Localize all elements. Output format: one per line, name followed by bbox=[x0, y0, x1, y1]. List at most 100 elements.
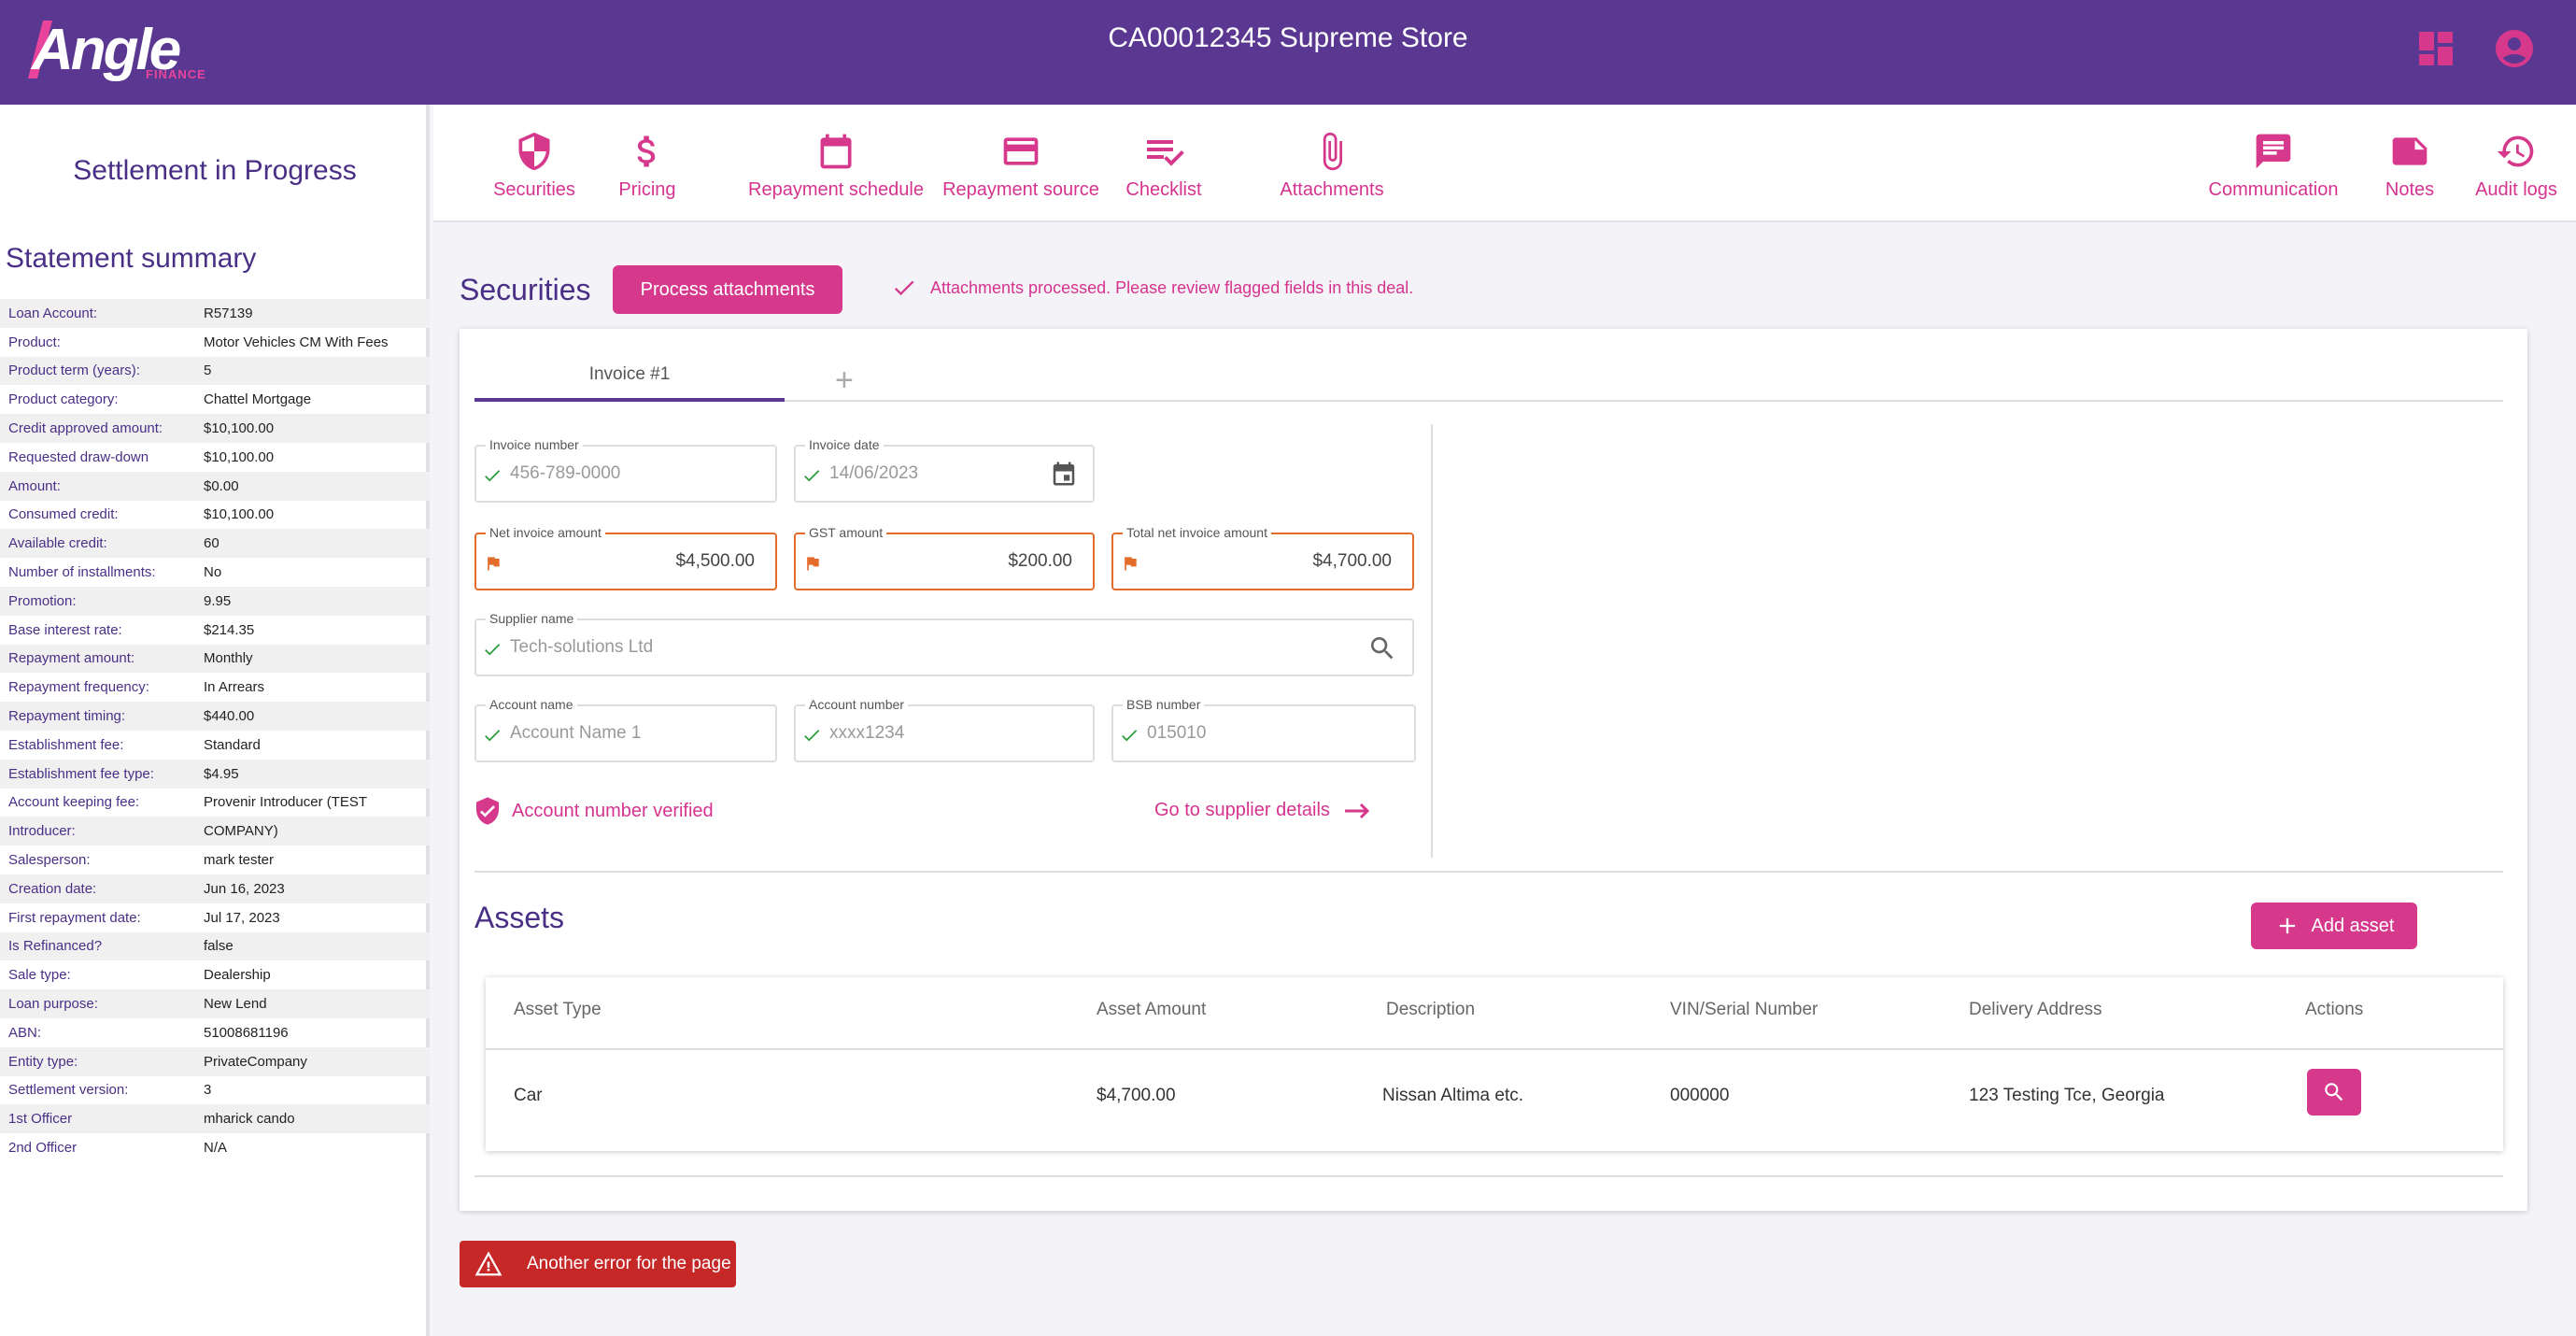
account-circle-icon[interactable] bbox=[2492, 26, 2537, 71]
search-icon[interactable] bbox=[1367, 633, 1397, 663]
field-value: 015010 bbox=[1147, 723, 1207, 743]
nav-audit-logs[interactable]: Audit logs bbox=[2458, 129, 2574, 201]
column-header-asset-type: Asset Type bbox=[514, 1000, 602, 1019]
summary-row: Sale type: Dealership bbox=[8, 967, 271, 984]
asset-type-cell: Car bbox=[514, 1086, 543, 1105]
go-to-supplier-details-link[interactable]: Go to supplier details bbox=[1154, 800, 1371, 821]
nav-notes[interactable]: Notes bbox=[2363, 129, 2456, 201]
column-header-description: Description bbox=[1386, 1000, 1476, 1019]
add-asset-button[interactable]: Add asset bbox=[2251, 903, 2417, 949]
nav-communication[interactable]: Communication bbox=[2180, 129, 2367, 201]
nav-label: Notes bbox=[2385, 179, 2435, 200]
field-value: $200.00 bbox=[1008, 551, 1072, 571]
warning-icon bbox=[474, 1251, 502, 1276]
summary-row: Base interest rate: $214.35 bbox=[8, 621, 255, 638]
nav-label: Communication bbox=[2208, 179, 2339, 200]
settlement-status-title: Settlement in Progress bbox=[73, 155, 357, 186]
field-label: GST amount bbox=[805, 525, 887, 540]
check-icon bbox=[485, 470, 501, 482]
summary-row: Introducer: COMPANY) bbox=[0, 817, 430, 846]
nav-checklist[interactable]: Checklist bbox=[1089, 129, 1238, 201]
verified-shield-icon bbox=[476, 797, 499, 825]
nav-attachments[interactable]: Attachments bbox=[1240, 129, 1423, 201]
summary-row: ABN: 51008681196 bbox=[8, 1024, 289, 1041]
securities-card: Invoice #1 + Invoice number 456-789-0000… bbox=[460, 329, 2527, 1211]
invoice-date-field[interactable]: Invoice date 14/06/2023 bbox=[794, 437, 1095, 503]
nav-pricing[interactable]: Pricing bbox=[577, 129, 717, 201]
description-cell: Nissan Altima etc. bbox=[1382, 1086, 1523, 1105]
summary-row: Amount: $0.00 bbox=[0, 471, 430, 501]
field-label: Account name bbox=[486, 697, 577, 712]
account-number-field[interactable]: Account number xxxx1234 bbox=[794, 697, 1095, 762]
message-icon bbox=[2256, 134, 2291, 169]
summary-row: Account keeping fee: Provenir Introducer … bbox=[8, 794, 368, 811]
field-label: BSB number bbox=[1123, 697, 1205, 712]
summary-row: Loan purpose: New Lend bbox=[0, 989, 430, 1018]
tab-invoice-1[interactable]: Invoice #1 bbox=[474, 351, 785, 402]
field-label: Supplier name bbox=[486, 611, 578, 626]
section-divider bbox=[474, 871, 2503, 873]
checklist-icon bbox=[1147, 140, 1184, 166]
invoice-number-field[interactable]: Invoice number 456-789-0000 bbox=[474, 437, 777, 503]
bsb-number-field[interactable]: BSB number 015010 bbox=[1111, 697, 1416, 762]
supplier-name-field[interactable]: Supplier name Tech-solutions Ltd bbox=[474, 611, 1414, 676]
summary-row: Available credit: 60 bbox=[0, 529, 430, 559]
shield-icon bbox=[518, 132, 550, 171]
check-icon bbox=[1122, 730, 1138, 742]
nav-label: Securities bbox=[493, 179, 575, 200]
field-label: Net invoice amount bbox=[486, 525, 605, 540]
page-error-alert: Another error for the page bbox=[460, 1241, 736, 1287]
summary-row: Credit approved amount: $10,100.00 bbox=[0, 414, 430, 443]
calendar-picker-icon[interactable] bbox=[1050, 460, 1078, 488]
process-attachments-button[interactable]: Process attachments bbox=[613, 265, 842, 314]
view-asset-button[interactable] bbox=[2307, 1069, 2361, 1116]
field-value: $4,700.00 bbox=[1312, 551, 1392, 571]
summary-row: Consumed credit: $10,100.00 bbox=[8, 506, 275, 523]
assets-table: Asset Type Asset Amount Description VIN/… bbox=[486, 977, 2503, 1151]
summary-row: Repayment timing: $440.00 bbox=[0, 702, 430, 731]
add-invoice-tab-button[interactable]: + bbox=[835, 362, 854, 399]
search-icon bbox=[2325, 1083, 2343, 1101]
check-icon bbox=[804, 470, 820, 482]
check-icon bbox=[485, 730, 501, 742]
delivery-address-cell: 123 Testing Tce, Georgia bbox=[1969, 1086, 2165, 1105]
summary-row: Product term (years): 5 bbox=[0, 356, 430, 386]
field-label: Account number bbox=[805, 697, 908, 712]
securities-heading: Securities bbox=[460, 273, 591, 306]
column-header-asset-amount: Asset Amount bbox=[1097, 1000, 1207, 1019]
section-navbar: Securities Pricing Repayment schedule Re… bbox=[433, 105, 2576, 222]
statement-sidebar: Settlement in Progress Statement summary… bbox=[0, 105, 430, 1336]
summary-row: Loan Account: R57139 bbox=[0, 299, 430, 328]
logo-subtext: FINANCE bbox=[146, 67, 206, 81]
summary-row: Establishment fee type: $4.95 bbox=[0, 759, 430, 789]
statement-summary-list: Loan Account: R57139 Product: Motor Vehicl… bbox=[0, 299, 430, 1162]
note-icon bbox=[2392, 137, 2427, 165]
vin-cell: 000000 bbox=[1670, 1086, 1730, 1105]
vertical-divider bbox=[1431, 424, 1433, 858]
plus-icon bbox=[2279, 917, 2295, 934]
dashboard-grid-icon[interactable] bbox=[2413, 26, 2458, 71]
error-text: Another error for the page bbox=[527, 1254, 731, 1273]
history-icon bbox=[2497, 135, 2534, 167]
account-verified-status: Account number verified bbox=[473, 794, 714, 828]
summary-row: 1st Officer mharick cando bbox=[0, 1104, 430, 1134]
summary-row: Repayment frequency: In Arrears bbox=[8, 679, 265, 696]
summary-row: Requested draw-down $10,100.00 bbox=[8, 448, 275, 465]
section-divider bbox=[474, 1175, 2503, 1177]
arrow-right-icon bbox=[1344, 803, 1370, 818]
gst-amount-field[interactable]: GST amount $200.00 bbox=[794, 525, 1095, 590]
nav-label: Checklist bbox=[1125, 179, 1202, 200]
total-net-invoice-amount-field[interactable]: Total net invoice amount $4,700.00 bbox=[1111, 525, 1414, 590]
check-icon bbox=[894, 280, 914, 296]
invoice-tabs: Invoice #1 + bbox=[474, 351, 2503, 402]
account-name-field[interactable]: Account name Account Name 1 bbox=[474, 697, 777, 762]
check-icon bbox=[485, 644, 501, 656]
add-asset-label: Add asset bbox=[2311, 915, 2395, 936]
verified-text: Account number verified bbox=[512, 800, 714, 821]
net-invoice-amount-field[interactable]: Net invoice amount $4,500.00 bbox=[474, 525, 777, 590]
check-icon bbox=[804, 730, 820, 742]
column-header-vin: VIN/Serial Number bbox=[1670, 1000, 1819, 1019]
statement-summary-heading: Statement summary bbox=[6, 243, 257, 274]
credit-card-icon bbox=[1003, 137, 1039, 165]
summary-row: Product: Motor Vehicles CM With Fees bbox=[8, 334, 389, 350]
